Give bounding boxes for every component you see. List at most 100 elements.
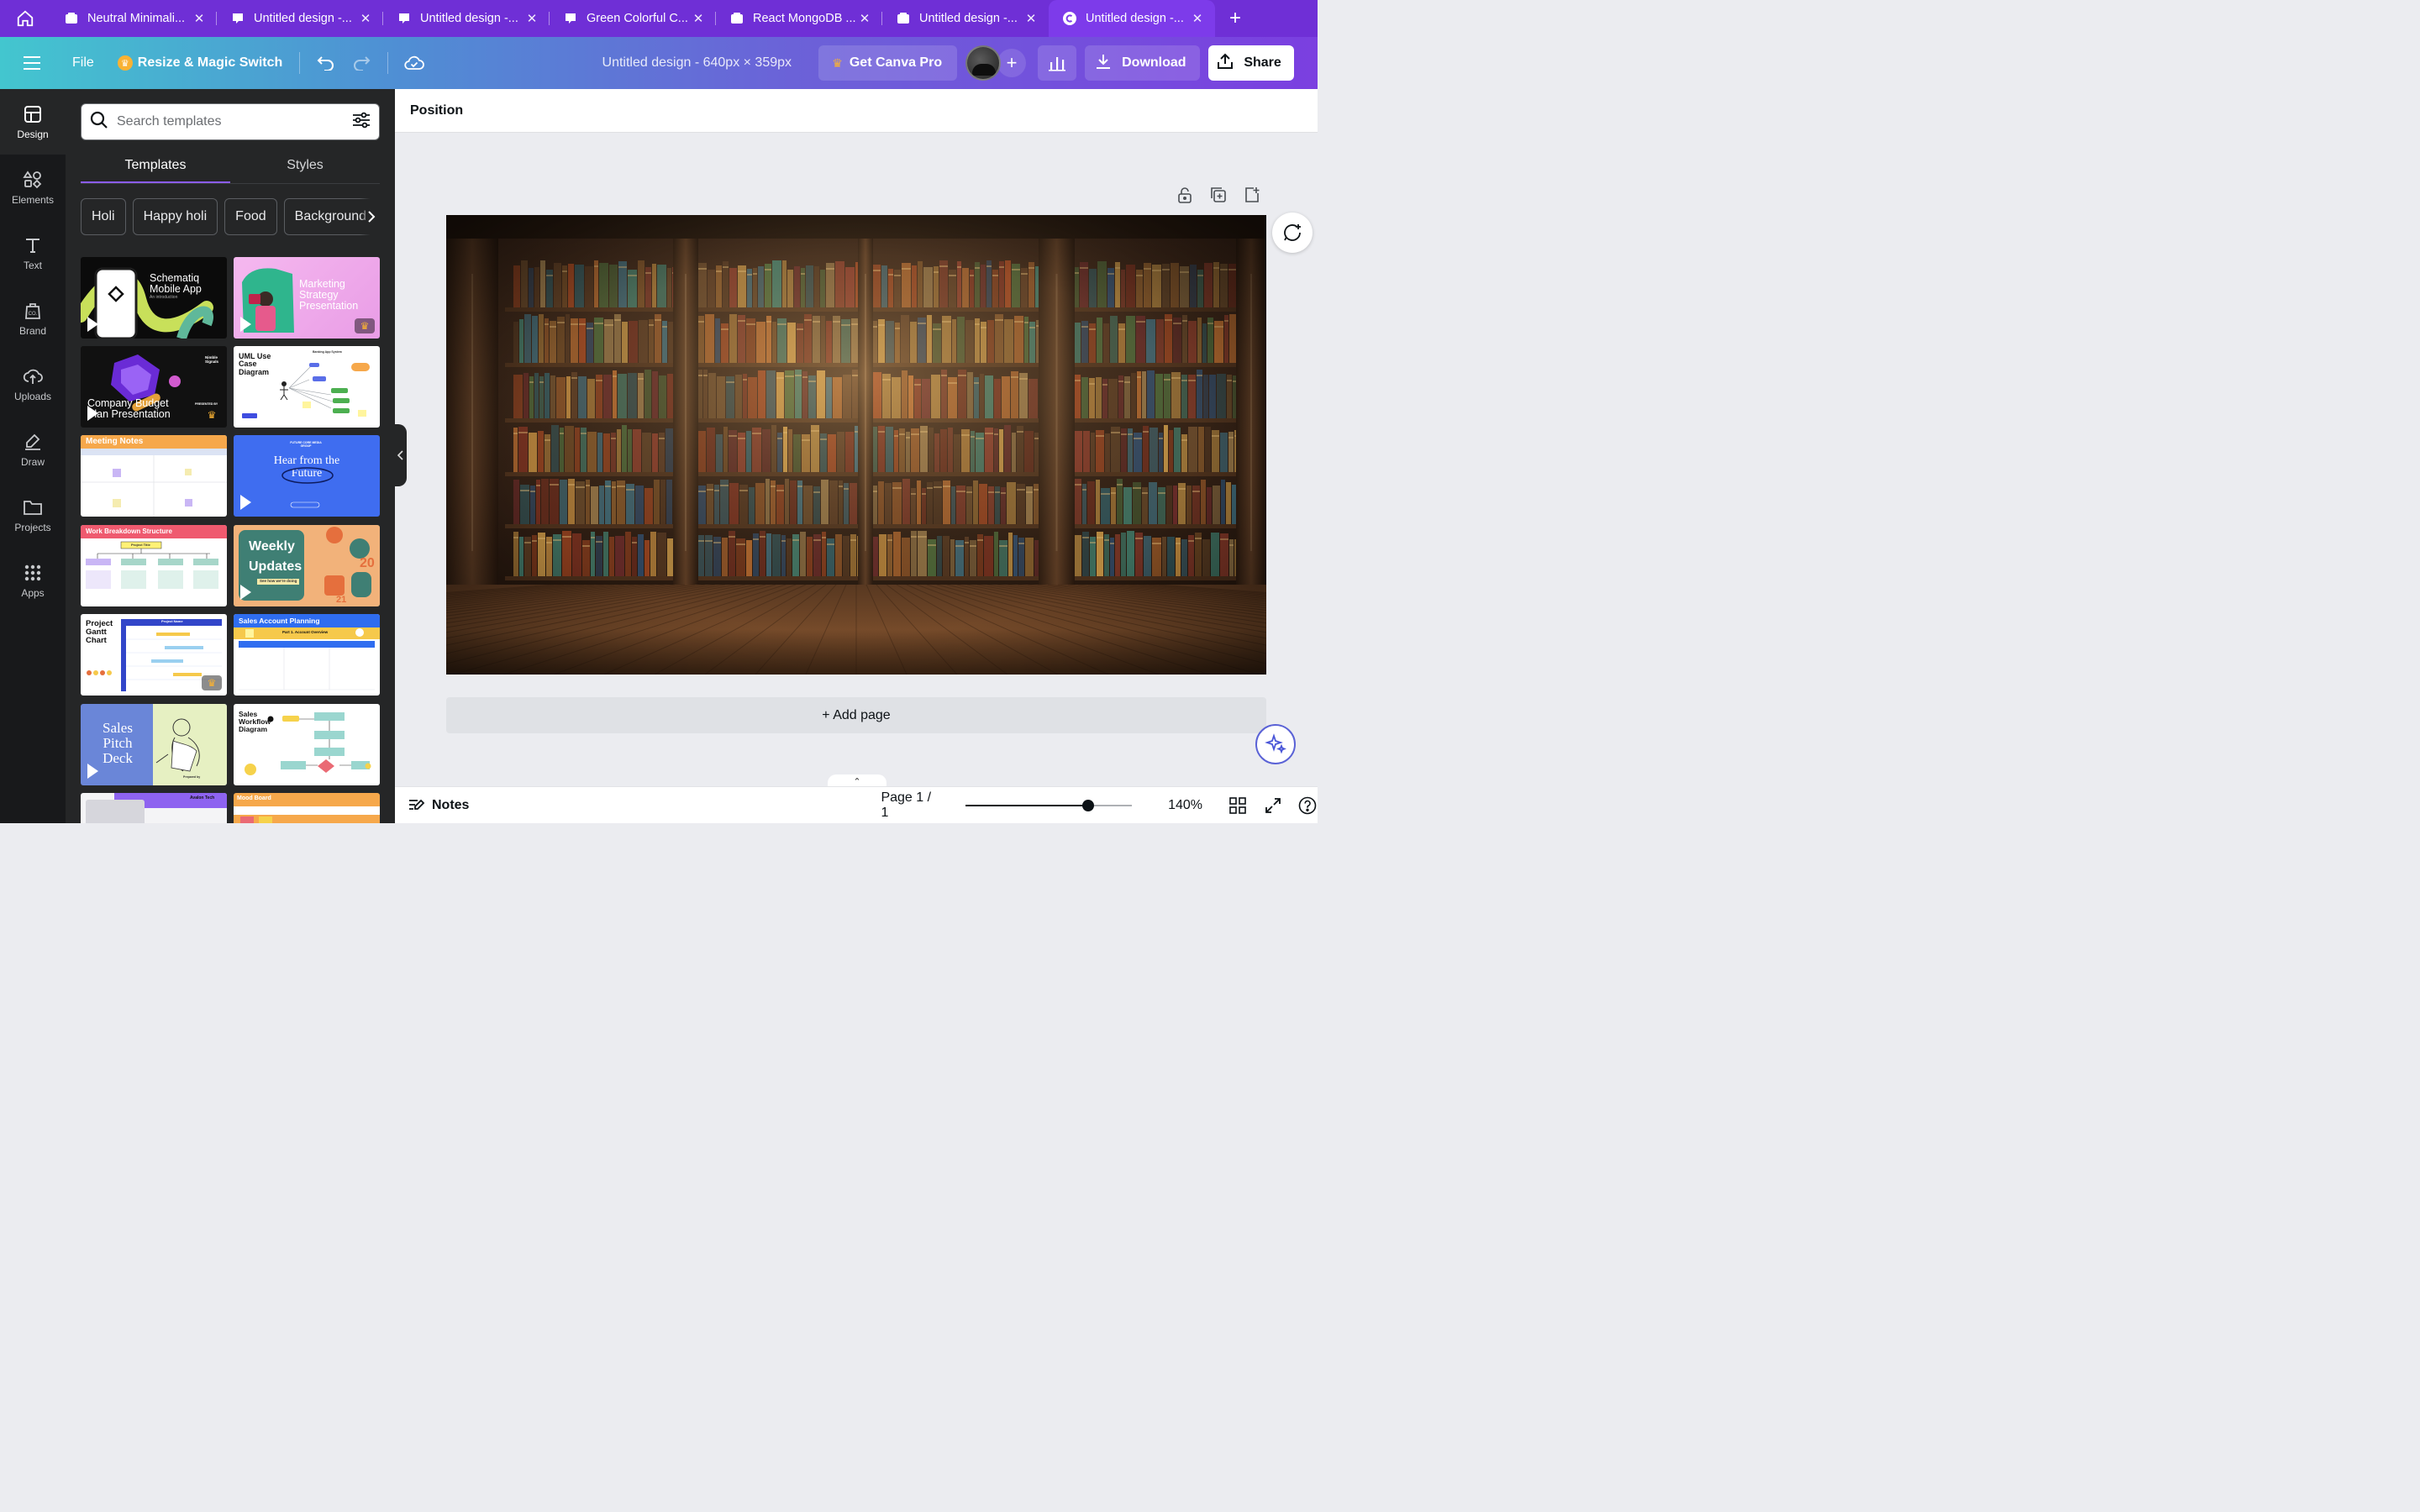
tab-styles[interactable]: Styles [230,150,380,183]
close-icon[interactable]: ✕ [358,11,373,26]
close-icon[interactable]: ✕ [192,11,207,26]
template-card[interactable]: 20 21 Weekly Updates See how we're doing [234,525,380,606]
browser-tab[interactable]: Untitled design -... ✕ [217,0,383,37]
download-icon [1095,53,1112,74]
rail-item-uploads[interactable]: Uploads [0,351,66,417]
close-icon[interactable]: ✕ [1023,11,1039,26]
grid-view-icon[interactable] [1228,795,1248,816]
rail-item-elements[interactable]: Elements [0,155,66,220]
template-card[interactable]: Sales Account Planning Part 1. Account O… [234,614,380,696]
template-card[interactable]: Mood Board [234,793,380,823]
zoom-slider-handle[interactable] [1081,799,1094,811]
text-icon [24,234,42,256]
download-button[interactable]: Download [1085,45,1200,81]
tab-title: Untitled design -... [1086,12,1184,25]
browser-tab-active[interactable]: Untitled design -... ✕ [1049,0,1215,37]
filter-icon[interactable] [352,112,371,133]
home-icon[interactable] [0,0,50,37]
add-page-button[interactable]: + Add page [446,697,1266,733]
doc-icon [64,11,79,26]
rail-item-label: Apps [21,587,45,599]
browser-tab[interactable]: Untitled design -... ✕ [383,0,550,37]
browser-tab[interactable]: Untitled design -... ✕ [882,0,1049,37]
close-icon[interactable]: ✕ [691,11,706,26]
template-card[interactable]: Nimble Signals Company Budget Plan Prese… [81,346,227,428]
rail-item-apps[interactable]: Apps [0,548,66,613]
undo-button[interactable] [308,45,344,81]
doc-icon [896,11,911,26]
svg-text:21: 21 [336,595,346,605]
brand-icon: CO. [23,300,43,322]
redo-button[interactable] [344,45,379,81]
chevron-right-icon[interactable] [360,198,383,235]
zoom-slider[interactable] [965,799,1133,811]
add-page-icon[interactable] [1244,186,1260,203]
template-card[interactable]: Work Breakdown Structure Project Title [81,525,227,606]
rail-item-design[interactable]: Design [0,89,66,155]
resize-label: Resize & Magic Switch [137,55,283,70]
chip-holi[interactable]: Holi [81,198,126,235]
template-card[interactable]: Sales Pitch Deck Prepared by [81,704,227,785]
insights-button[interactable] [1038,45,1077,81]
chip-food[interactable]: Food [224,198,277,235]
zoom-level[interactable]: 140% [1167,798,1202,813]
add-comment-button[interactable] [1272,213,1313,253]
template-title: Company Budget Plan Presentation [87,397,171,421]
template-card[interactable]: Marketing Strategy Presentation ♛ [234,257,380,339]
get-pro-button[interactable]: ♛ Get Canva Pro [818,45,958,81]
template-card[interactable]: Meeting Notes [81,435,227,517]
bookshelf-image [446,215,1266,675]
notes-icon [409,799,425,810]
template-card[interactable]: Schematiq Mobile App An introduction [81,257,227,339]
menu-button[interactable] [15,45,49,81]
lock-icon[interactable] [1176,186,1193,203]
collapse-panel-button[interactable] [395,424,407,486]
template-card[interactable]: Avalon Tech [81,793,227,823]
tab-templates[interactable]: Templates [81,150,230,183]
template-card[interactable]: UML Use Case Diagram Banking App System [234,346,380,428]
design-canvas[interactable] [446,215,1266,675]
chip-happy-holi[interactable]: Happy holi [132,198,218,235]
browser-tab[interactable]: Green Colorful C... ✕ [550,0,716,37]
notes-button[interactable]: Notes [408,798,469,813]
close-icon[interactable]: ✕ [1190,11,1205,26]
page-count[interactable]: Page 1 / 1 [881,790,936,821]
file-menu-button[interactable]: File [60,45,106,81]
rail-item-label: Design [17,129,49,140]
browser-tab[interactable]: React MongoDB ... ✕ [716,0,882,37]
rail-item-label: Draw [20,456,45,468]
close-icon[interactable]: ✕ [524,11,539,26]
template-card[interactable]: FUTURE CORE MEDIA GROUP Hear from the Fu… [234,435,380,517]
browser-tab[interactable]: Neutral Minimali... ✕ [50,0,217,37]
cloud-save-status[interactable] [397,45,432,81]
add-collaborator-button[interactable]: + [997,49,1027,77]
template-card[interactable]: Sales Workflow Diagram [234,704,380,785]
panel-tabs: Templates Styles [81,150,380,183]
crown-icon: ♛ [207,409,217,421]
rail-item-text[interactable]: Text [0,220,66,286]
tab-title: Untitled design -... [919,12,1018,25]
position-button[interactable]: Position [410,103,463,118]
close-icon[interactable]: ✕ [857,11,872,26]
canva-icon [230,11,245,26]
rail-item-brand[interactable]: CO. Brand [0,286,66,351]
help-icon[interactable] [1297,795,1318,816]
magic-assistant-button[interactable] [1255,724,1296,764]
fullscreen-icon[interactable] [1263,795,1283,816]
projects-icon [23,496,43,518]
search-input[interactable] [117,114,352,129]
bar-chart-icon [1049,57,1066,71]
template-title: Sales Pitch Deck [103,720,133,766]
rail-item-projects[interactable]: Projects [0,482,66,548]
document-title[interactable]: Untitled design - 640px × 359px [592,55,802,71]
resize-button[interactable]: ♛ Resize & Magic Switch [109,45,292,81]
new-tab-button[interactable]: + [1215,0,1255,37]
context-toolbar: Position [395,89,1318,133]
page-actions [1176,186,1260,203]
avatar[interactable] [965,45,1002,81]
template-card[interactable]: Project Gantt Chart Project Name ♛ [81,614,227,696]
rail-item-draw[interactable]: Draw [0,417,66,482]
duplicate-page-icon[interactable] [1210,186,1227,203]
share-button[interactable]: Share [1207,45,1294,81]
tab-title: Neutral Minimali... [87,12,186,25]
